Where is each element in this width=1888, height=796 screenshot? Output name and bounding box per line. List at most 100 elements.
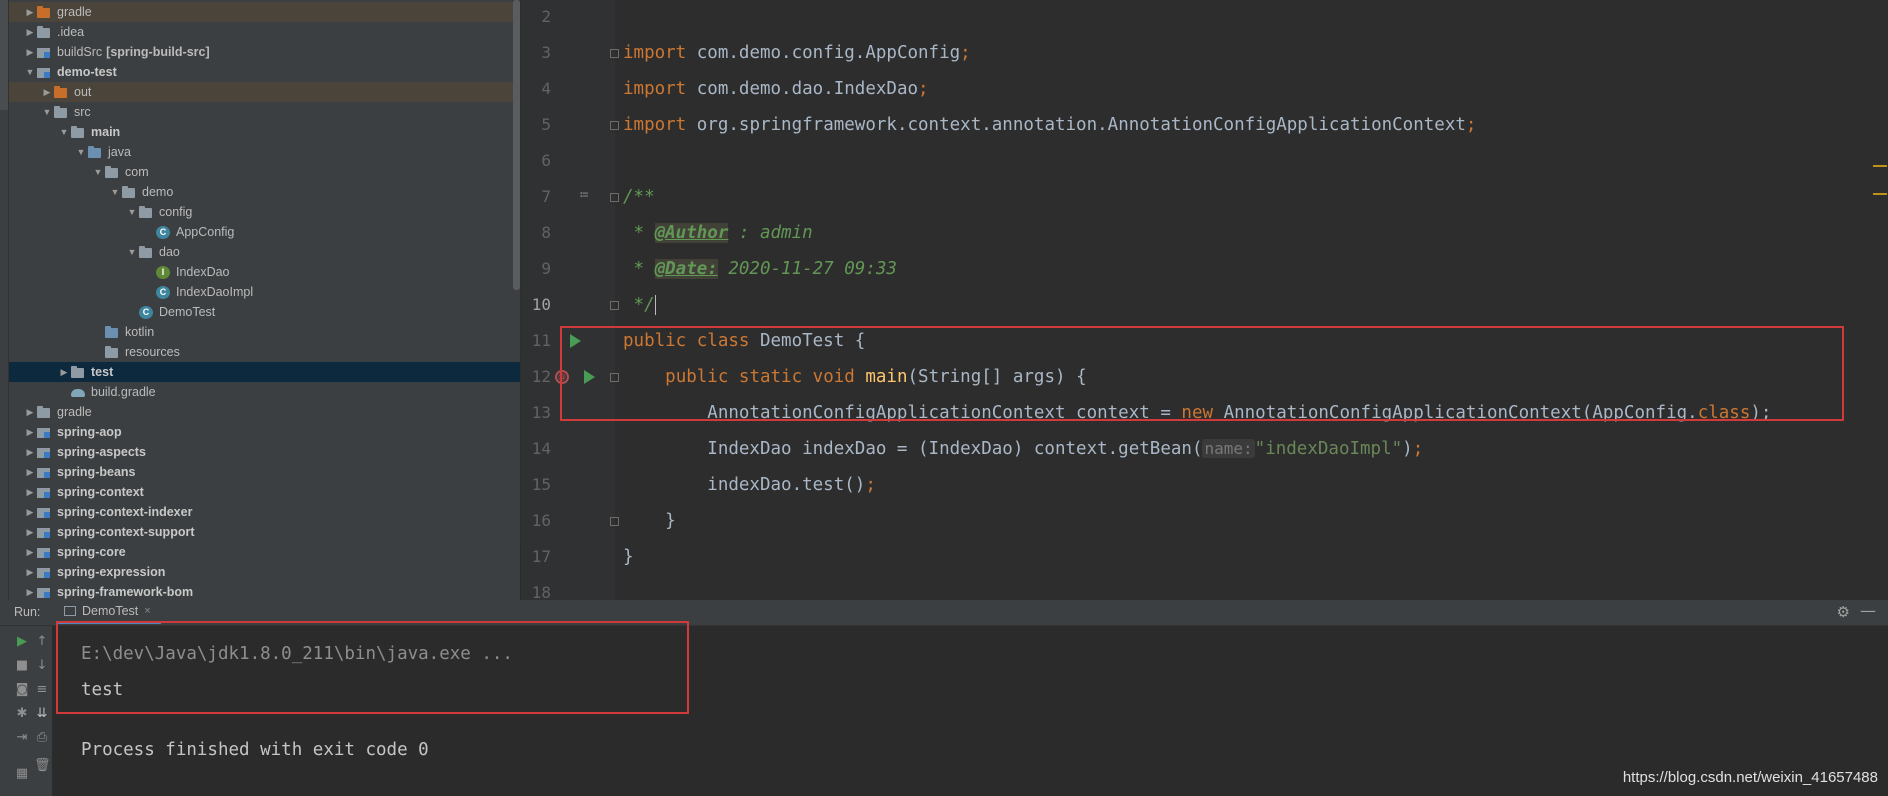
collapsed-arrow-icon[interactable]: ▶ [40,87,54,98]
camera-icon[interactable]: ◙ [14,682,30,698]
error-stripe-marker[interactable] [1873,165,1887,167]
tree-item-config[interactable]: ▼ config [9,202,520,222]
tree-item-label: spring-beans [57,465,136,479]
line-number: 3 [541,43,551,62]
code-line[interactable]: import org.springframework.context.annot… [623,113,1476,137]
tree-item-spring-context[interactable]: ▶ spring-context [9,482,520,502]
fold-icon[interactable] [610,517,620,529]
tree-item-out[interactable]: ▶ out [9,82,520,102]
collapsed-arrow-icon[interactable]: ▶ [23,547,37,558]
tree-item-com[interactable]: ▼ com [9,162,520,182]
list-icon[interactable]: ≔ [580,187,588,203]
print-icon[interactable]: ⎙ [34,730,50,746]
code-token: } [623,547,634,567]
folder-blue-icon [88,146,102,158]
tree-item-spring-framework-bom[interactable]: ▶ spring-framework-bom [9,582,520,600]
tree-item-demotest[interactable]: C DemoTest [9,302,520,322]
tree-item-demo-test[interactable]: ▼ demo-test [9,62,520,82]
fold-icon[interactable] [610,121,620,133]
tree-item-src[interactable]: ▼ src [9,102,520,122]
down-arrow-icon[interactable]: ↓ [34,658,50,674]
tree-item-appconfig[interactable]: C AppConfig [9,222,520,242]
scroll-to-end-icon[interactable]: ⇊ [34,706,50,722]
tree-item-gradle[interactable]: ▶ gradle [9,2,520,22]
tree-item-spring-context-support[interactable]: ▶ spring-context-support [9,522,520,542]
close-icon[interactable]: × [144,605,150,617]
stop-icon[interactable]: ■ [14,658,30,674]
module-icon [37,566,51,578]
gear-icon[interactable]: ⚙ [1837,603,1850,621]
project-tool-window-tab[interactable] [0,0,8,110]
tree-item-demo[interactable]: ▼ demo [9,182,520,202]
collapsed-arrow-icon[interactable]: ▶ [23,587,37,598]
trash-icon[interactable]: 🗑 [34,758,51,774]
code-editor[interactable]: 2 3 4 5 6 7 8 9 10 11 12 13 14 15 16 17 18 @ ≔ import com.… [521,0,1888,600]
code-token: ) [1402,439,1413,459]
collapsed-arrow-icon[interactable]: ▶ [23,7,37,18]
code-line[interactable]: import com.demo.dao.IndexDao; [623,77,929,101]
tree-item-spring-aspects[interactable]: ▶ spring-aspects [9,442,520,462]
collapsed-arrow-icon[interactable]: ▶ [23,487,37,498]
code-line[interactable]: /** [623,185,655,209]
expanded-arrow-icon[interactable]: ▼ [23,67,37,77]
code-token: ; [865,475,876,495]
login-icon[interactable]: ⇥ [14,730,30,746]
tree-item-idea[interactable]: ▶ .idea [9,22,520,42]
tree-item-buildsrc[interactable]: ▶ buildSrc [spring-build-src] [9,42,520,62]
tree-item-dao[interactable]: ▼ dao [9,242,520,262]
code-line[interactable]: } [623,545,634,569]
fold-icon[interactable] [610,193,620,205]
collapsed-arrow-icon[interactable]: ▶ [23,27,37,38]
expanded-arrow-icon[interactable]: ▼ [125,207,139,217]
tree-item-test[interactable]: ▶ test [9,362,520,382]
collapsed-arrow-icon[interactable]: ▶ [23,427,37,438]
tree-item-build-gradle[interactable]: build.gradle [9,382,520,402]
code-line[interactable]: * @Date: 2020-11-27 09:33 [623,257,897,281]
tree-item-indexdaoimpl[interactable]: C IndexDaoImpl [9,282,520,302]
fold-icon[interactable] [610,301,620,313]
folder-icon [105,166,119,178]
code-line[interactable]: * @Author : admin [623,221,813,245]
code-line[interactable]: indexDao.test(); [623,473,876,497]
collapsed-arrow-icon[interactable]: ▶ [23,507,37,518]
tree-item-spring-core[interactable]: ▶ spring-core [9,542,520,562]
code-line[interactable]: import com.demo.config.AppConfig; [623,41,971,65]
tree-item-gradle[interactable]: ▶ gradle [9,402,520,422]
fold-icon[interactable] [610,49,620,61]
code-line[interactable]: } [623,509,676,533]
tree-item-spring-beans[interactable]: ▶ spring-beans [9,462,520,482]
expanded-arrow-icon[interactable]: ▼ [108,187,122,197]
expanded-arrow-icon[interactable]: ▼ [125,247,139,257]
tree-item-kotlin[interactable]: kotlin [9,322,520,342]
layout-icon[interactable]: ▦ [14,766,30,782]
tree-item-main[interactable]: ▼ main [9,122,520,142]
project-tree-scrollbar[interactable] [513,0,520,290]
expanded-arrow-icon[interactable]: ▼ [74,147,88,157]
collapsed-arrow-icon[interactable]: ▶ [23,47,37,58]
class-icon: C [156,225,170,239]
tree-item-spring-expression[interactable]: ▶ spring-expression [9,562,520,582]
code-token: : admin [728,223,813,243]
collapsed-arrow-icon[interactable]: ▶ [23,567,37,578]
up-arrow-icon[interactable]: ↑ [34,634,50,650]
collapsed-arrow-icon[interactable]: ▶ [57,367,71,378]
error-stripe-marker[interactable] [1873,193,1887,195]
tree-item-spring-aop[interactable]: ▶ spring-aop [9,422,520,442]
collapsed-arrow-icon[interactable]: ▶ [23,527,37,538]
collapsed-arrow-icon[interactable]: ▶ [23,447,37,458]
code-line[interactable]: IndexDao indexDao = (IndexDao) context.g… [623,437,1423,461]
rerun-icon[interactable]: ▶ [14,634,30,650]
collapsed-arrow-icon[interactable]: ▶ [23,407,37,418]
collapsed-arrow-icon[interactable]: ▶ [23,467,37,478]
expanded-arrow-icon[interactable]: ▼ [91,167,105,177]
code-line[interactable]: */ [623,293,656,317]
tree-item-java[interactable]: ▼ java [9,142,520,162]
expanded-arrow-icon[interactable]: ▼ [40,107,54,117]
tree-item-spring-context-indexer[interactable]: ▶ spring-context-indexer [9,502,520,522]
tree-item-resources[interactable]: resources [9,342,520,362]
expanded-arrow-icon[interactable]: ▼ [57,127,71,137]
minimize-icon[interactable]: — [1860,601,1876,620]
settings-icon[interactable]: ✱ [14,706,30,722]
soft-wrap-icon[interactable]: ≡ [34,682,50,698]
tree-item-indexdao[interactable]: I IndexDao [9,262,520,282]
